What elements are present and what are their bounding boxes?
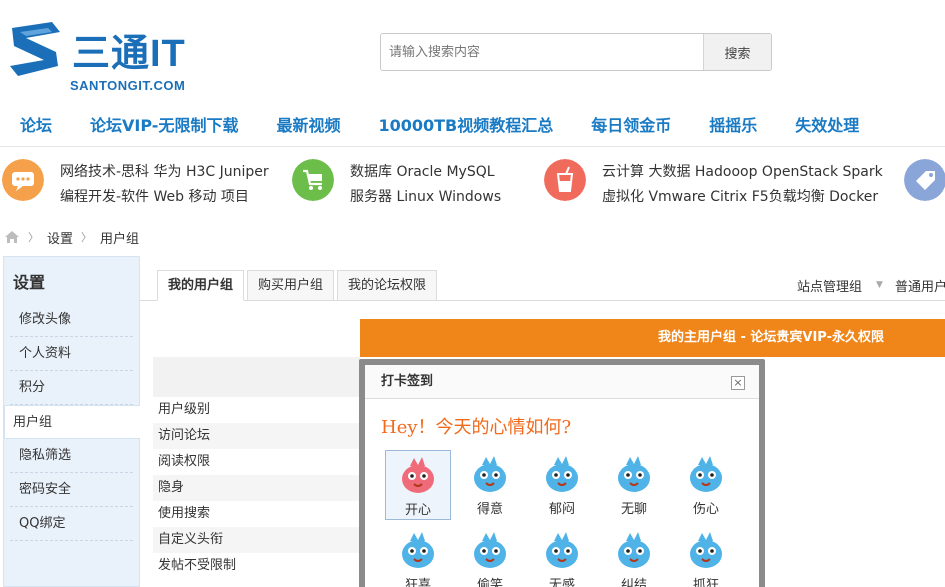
- permission-row: 发帖不受限制: [158, 558, 237, 573]
- usergroup-tabs: 我的用户组 购买用户组 我的论坛权限: [157, 270, 440, 301]
- sidebar-title: 设置: [13, 273, 46, 292]
- permission-row: 使用搜索: [158, 506, 211, 521]
- proud-bird-icon: [474, 456, 506, 492]
- permission-row: 用户级别: [158, 402, 211, 417]
- search-input[interactable]: [381, 34, 703, 70]
- tab-my-usergroup[interactable]: 我的用户组: [157, 270, 245, 301]
- home-icon[interactable]: [4, 230, 20, 244]
- cart-icon: [292, 159, 334, 201]
- nav-video-collection[interactable]: 10000TB视频教程汇总: [358, 112, 571, 140]
- category-line-2[interactable]: 服务器 Linux Windows: [350, 186, 501, 206]
- permission-row: 隐身: [153, 475, 360, 501]
- sidebar-item-qq[interactable]: QQ绑定: [10, 507, 133, 541]
- mood-indifferent[interactable]: 无感: [529, 526, 595, 587]
- mood-label: 无感: [548, 578, 575, 587]
- indifferent-bird-icon: [546, 532, 578, 568]
- mood-bored[interactable]: 无聊: [601, 450, 667, 520]
- mood-question: Hey！今天的心情如何?: [381, 417, 572, 438]
- sad-bird-icon: [690, 456, 722, 492]
- mood-label: 纠结: [620, 578, 647, 587]
- sidebar-item-usergroup[interactable]: 用户组: [4, 405, 140, 439]
- permission-list: 用户级别 访问论坛 阅读权限 隐身 使用搜索 自定义头衔 发帖不受限制: [153, 397, 360, 579]
- mood-label: 开心: [404, 503, 431, 518]
- mood-sad[interactable]: 伤心: [673, 450, 739, 520]
- chevron-right-icon: 〉: [28, 231, 39, 244]
- mood-frantic[interactable]: 抓狂: [673, 526, 739, 587]
- chat-icon: [2, 159, 44, 201]
- sidebar-item-privacy[interactable]: 隐私筛选: [10, 439, 133, 473]
- bored-bird-icon: [618, 456, 650, 492]
- mood-proud[interactable]: 得意: [457, 450, 523, 520]
- settings-sidebar: 设置 修改头像 个人资料 积分 用户组 隐私筛选 密码安全 QQ绑定: [3, 256, 140, 587]
- mood-happy[interactable]: 开心: [385, 450, 451, 520]
- mood-label: 偷笑: [476, 578, 503, 587]
- tag-icon: [904, 159, 945, 201]
- sidebar-item-avatar[interactable]: 修改头像: [10, 303, 133, 337]
- category-line-1[interactable]: 云计算 大数据 Hadooop OpenStack Spark: [602, 161, 883, 181]
- breadcrumb-settings[interactable]: 设置: [47, 228, 73, 247]
- category-cloud-virtual[interactable]: 云计算 大数据 Hadooop OpenStack Spark 虚拟化 Vmwa…: [544, 157, 894, 205]
- sidebar-item-profile[interactable]: 个人资料: [10, 337, 133, 371]
- category-line-2[interactable]: 虚拟化 Vmware Citrix F5负载均衡 Docker: [602, 186, 878, 206]
- gloomy-bird-icon: [546, 456, 578, 492]
- chevron-right-icon: 〉: [81, 231, 93, 244]
- nav-lucky-shake[interactable]: 摇摇乐: [689, 112, 775, 140]
- happy-bird-icon: [402, 457, 434, 493]
- category-line-2[interactable]: 编程开发-软件 Web 移动 项目: [60, 186, 249, 206]
- nav-daily-coins[interactable]: 每日领金币: [571, 112, 689, 140]
- sidebar-item-credits[interactable]: 积分: [10, 371, 133, 405]
- nav-forum-vip[interactable]: 论坛VIP-无限制下载: [70, 112, 256, 140]
- mood-label: 狂喜: [404, 578, 431, 587]
- search-button[interactable]: 搜索: [703, 34, 771, 70]
- main-nav: 论坛 论坛VIP-无限制下载 最新视频 10000TB视频教程汇总 每日领金币 …: [0, 112, 877, 140]
- category-database-server[interactable]: 数据库 Oracle MySQL 服务器 Linux Windows: [292, 157, 522, 205]
- breadcrumb: 〉 设置 〉 用户组: [4, 228, 140, 247]
- category-line-1[interactable]: 网络技术-思科 华为 H3C Juniper: [60, 161, 269, 181]
- triangle-down-icon[interactable]: ▼: [876, 276, 883, 295]
- logo-text: 三通IT: [72, 33, 186, 75]
- category-network-dev[interactable]: 网络技术-思科 华为 H3C Juniper 编程开发-软件 Web 移动 项目: [2, 157, 282, 205]
- mood-label: 无聊: [620, 502, 647, 517]
- search-box: 搜索: [380, 33, 772, 71]
- nav-forum[interactable]: 论坛: [0, 112, 70, 140]
- mood-tangled[interactable]: 纠结: [601, 526, 667, 587]
- logo-s-icon: [10, 22, 60, 76]
- link-normal-user[interactable]: 普通用户: [895, 276, 945, 295]
- permission-row: 阅读权限: [158, 454, 211, 469]
- table-header-cell: [153, 357, 360, 397]
- tab-forum-permissions[interactable]: 我的论坛权限: [337, 270, 438, 301]
- mood-ecstatic[interactable]: 狂喜: [385, 526, 451, 587]
- tangled-bird-icon: [618, 532, 650, 568]
- category-line-1[interactable]: 数据库 Oracle MySQL: [350, 161, 495, 181]
- dialog-title: 打卡签到: [365, 365, 759, 399]
- permission-row: 访问论坛: [153, 423, 360, 449]
- snicker-bird-icon: [474, 532, 506, 568]
- mood-snicker[interactable]: 偷笑: [457, 526, 523, 587]
- category-more[interactable]: [904, 157, 945, 205]
- link-site-admin[interactable]: 站点管理组: [797, 276, 862, 295]
- category-bar: 网络技术-思科 华为 H3C Juniper 编程开发-软件 Web 移动 项目…: [0, 146, 945, 212]
- cup-icon: [544, 159, 586, 201]
- mood-label: 得意: [476, 502, 503, 517]
- frantic-bird-icon: [690, 532, 722, 568]
- logo-subtext: SANTONGIT.COM: [70, 78, 186, 93]
- close-icon[interactable]: ×: [731, 376, 745, 390]
- mood-grid: 开心 得意 郁闷 无聊 伤心狂喜 偷笑 无感 纠结 抓狂: [385, 450, 755, 587]
- nav-latest-videos[interactable]: 最新视频: [256, 112, 358, 140]
- tab-buy-usergroup[interactable]: 购买用户组: [247, 270, 335, 301]
- mood-label: 伤心: [692, 502, 719, 517]
- mood-gloomy[interactable]: 郁闷: [529, 450, 595, 520]
- checkin-dialog-frame: 打卡签到 × Hey！今天的心情如何? 开心 得意 郁闷 无聊 伤心狂喜 偷笑 无感 纠结 抓狂: [359, 359, 765, 587]
- checkin-dialog: 打卡签到 × Hey！今天的心情如何? 开心 得意 郁闷 无聊 伤心狂喜 偷笑 无感 纠结 抓狂: [365, 365, 759, 587]
- permission-row: 自定义头衔: [153, 527, 360, 553]
- nav-invalid-handling[interactable]: 失效处理: [775, 112, 877, 140]
- ecstatic-bird-icon: [402, 532, 434, 568]
- sidebar-item-password[interactable]: 密码安全: [10, 473, 133, 507]
- site-logo[interactable]: 三通IT SANTONGIT.COM: [6, 18, 216, 93]
- mood-label: 郁闷: [548, 502, 575, 517]
- mood-label: 抓狂: [692, 578, 719, 587]
- breadcrumb-usergroup: 用户组: [100, 231, 140, 247]
- main-usergroup-header: 我的主用户组 - 论坛贵宾VIP-永久权限: [360, 319, 945, 357]
- group-switcher: 站点管理组 ▼ 普通用户: [797, 276, 945, 295]
